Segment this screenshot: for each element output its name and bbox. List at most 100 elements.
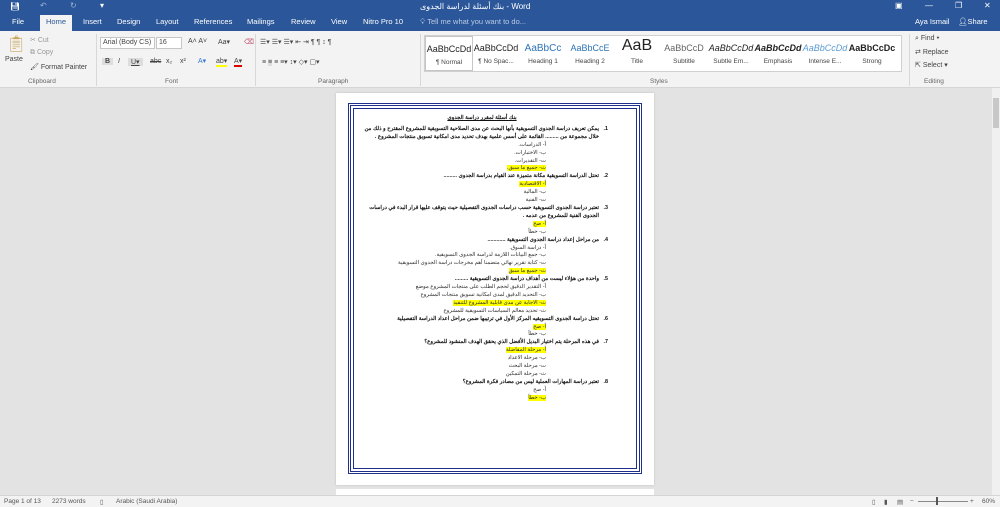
question-text: واحدة من هؤلاء ليست من أهداف دراسة الجدو… [454, 276, 599, 283]
answer-text: ت- التقديرات. [514, 157, 546, 164]
tab-mailings[interactable]: Mailings [247, 17, 275, 26]
italic-button[interactable]: I [118, 58, 120, 65]
text-effects-icon[interactable]: A▾ [198, 57, 206, 65]
read-mode-icon[interactable]: ▯ [872, 498, 876, 506]
title-bar: 💾︎ ↶ ↻ ▾ بنك أسئلة لدراسة الجدوى - Word … [0, 0, 1000, 14]
zoom-slider[interactable] [918, 501, 968, 502]
highlight-icon[interactable]: ab▾ [216, 57, 228, 67]
style-item[interactable]: AaBbCcDd Subtle Em... [707, 36, 755, 71]
user-name[interactable]: Aya Ismail [915, 17, 949, 26]
superscript-button[interactable]: x² [180, 58, 186, 65]
vertical-scrollbar[interactable] [992, 88, 1000, 495]
question-number: 2. [603, 173, 609, 180]
redo-icon[interactable]: ↻ [70, 1, 77, 10]
zoom-slider-thumb[interactable] [936, 497, 938, 505]
zoom-in-button[interactable]: + [970, 498, 974, 505]
format-painter-button[interactable]: 🖌︎ Format Painter [30, 63, 87, 71]
style-name: Subtitle [673, 58, 695, 65]
tab-review[interactable]: Review [291, 17, 316, 26]
question-number: 7. [603, 339, 609, 346]
word-count[interactable]: 2273 words [52, 498, 86, 505]
question: 3. تعتبر دراسة الجدوى التسويقية حسب دراسا… [356, 205, 608, 221]
tell-me-search[interactable]: 💡︎ Tell me what you want to do... [420, 17, 526, 27]
paragraph-group-label: Paragraph [318, 78, 349, 85]
tab-view[interactable]: View [331, 17, 347, 26]
style-item[interactable]: AaBbCcDd Intense E... [801, 36, 849, 71]
tab-design[interactable]: Design [117, 17, 140, 26]
style-item[interactable]: AaBbCcDc Strong [848, 36, 896, 71]
save-icon[interactable]: 💾︎ [10, 2, 20, 11]
font-group-label: Font [165, 78, 179, 85]
question: 8. تعتبر دراسة المهارات العملية ليس من مص… [356, 379, 608, 387]
find-label: Find [920, 35, 935, 42]
question-list: 1. يمكن تعريف دراسة الجدوى التسويقية بأنه… [356, 126, 608, 403]
answer-option: ب- خطأ [356, 229, 608, 237]
web-layout-icon[interactable]: ▤ [897, 498, 903, 506]
tab-layout[interactable]: Layout [156, 17, 179, 26]
zoom-out-button[interactable]: − [910, 498, 914, 505]
paste-icon[interactable]: 📋︎ [6, 34, 26, 54]
replace-label: Replace [922, 49, 949, 56]
grow-font-icon[interactable]: A˄ A˅ [188, 38, 207, 45]
answer-option: أ- صح [356, 220, 608, 229]
copy-button[interactable]: ⧉ Copy [30, 49, 53, 57]
style-item[interactable]: AaBbCcDd Emphasis [754, 36, 802, 71]
proofing-icon[interactable]: ▯ [100, 498, 104, 506]
question-text: في هذه المرحلة يتم اختيار البديل الأفضل … [424, 339, 599, 346]
cut-label: Cut [37, 37, 49, 44]
style-item[interactable]: AaBbCcDd ¶ No Spac... [472, 36, 520, 71]
answer-option: أ- التقدير الدقيق لحجم الطلب على منتجات … [356, 284, 608, 292]
style-item[interactable]: AaBbCcD Subtitle [660, 36, 708, 71]
customize-qat-icon[interactable]: ▾ [100, 1, 104, 10]
document-area[interactable]: بنك أسئلة لمقرر دراسة الجدوى 1. يمكن تعري… [0, 88, 992, 495]
style-name: Strong [862, 58, 882, 65]
style-item[interactable]: AaB Title [613, 36, 661, 71]
style-item[interactable]: AaBbCcDd ¶ Normal [425, 36, 473, 71]
style-item[interactable]: AaBbCcE Heading 2 [566, 36, 614, 71]
page-count[interactable]: Page 1 of 13 [4, 498, 41, 505]
ribbon: 📋︎ Paste ✂ Cut ⧉ Copy 🖌︎ Format Painter … [0, 31, 1000, 88]
undo-icon[interactable]: ↶ [40, 1, 47, 10]
ribbon-display-icon[interactable]: ▣ [895, 1, 903, 10]
document-content[interactable]: بنك أسئلة لمقرر دراسة الجدوى 1. يمكن تعري… [356, 115, 608, 403]
subscript-button[interactable]: x₂ [166, 58, 172, 65]
change-case-icon[interactable]: Aa▾ [218, 38, 230, 46]
select-button[interactable]: ⇱ Select ▾ [915, 61, 948, 69]
tab-insert[interactable]: Insert [83, 17, 102, 26]
style-preview: AaBbCcDd [473, 43, 519, 53]
cut-button[interactable]: ✂ Cut [30, 36, 49, 44]
font-color-icon[interactable]: A▾ [234, 57, 243, 67]
restore-icon[interactable]: ❐ [955, 1, 962, 10]
document-page[interactable]: بنك أسئلة لمقرر دراسة الجدوى 1. يمكن تعري… [336, 93, 654, 485]
bold-button[interactable]: B [102, 58, 114, 65]
strikethrough-button[interactable]: abc [150, 58, 161, 65]
close-icon[interactable]: ✕ [984, 1, 991, 10]
font-name-select[interactable]: Arial (Body CS) [100, 37, 155, 49]
style-name: Intense E... [808, 58, 842, 65]
bullets-icon[interactable]: ☰▾ ☰▾ ☰▾ ⇤ ⇥ ¶ ¶ ↕ ¶ [260, 38, 331, 46]
tab-references[interactable]: References [194, 17, 232, 26]
clear-format-icon[interactable]: ⌫ [244, 38, 254, 46]
font-size-select[interactable]: 16 [156, 37, 182, 49]
answer-text: ت- الفنية [525, 197, 546, 204]
scrollbar-thumb[interactable] [993, 98, 999, 128]
person-icon: 👤︎ [958, 17, 968, 26]
print-layout-icon[interactable]: ▮ [884, 498, 888, 506]
zoom-level[interactable]: 60% [982, 498, 995, 505]
tab-nitro[interactable]: Nitro Pro 10 [363, 17, 403, 26]
underline-button[interactable]: U▾ [128, 58, 143, 66]
question-text: يمكن تعريف دراسة الجدوى التسويقية بأنها … [364, 125, 599, 140]
answer-option: ب- الاختبارات. [356, 150, 608, 158]
style-item[interactable]: AaBbCc Heading 1 [519, 36, 567, 71]
tab-file[interactable]: File [12, 17, 24, 26]
tab-home[interactable]: Home [40, 15, 73, 31]
share-button[interactable]: 👤︎Share [958, 17, 988, 26]
answer-option: أ- صح [356, 323, 608, 332]
minimize-icon[interactable]: — [925, 1, 933, 10]
language[interactable]: Arabic (Saudi Arabia) [116, 498, 177, 505]
paste-button[interactable]: Paste [5, 56, 23, 63]
style-preview: AaBbCcDc [848, 43, 896, 53]
align-icons[interactable]: ≡ ≡ ≡ ≡▾ ↕▾ ◇▾ ▢▾ [262, 58, 320, 66]
find-button[interactable]: ⌕ Find ▾ [915, 35, 939, 43]
replace-button[interactable]: ⇄ Replace [915, 48, 949, 56]
